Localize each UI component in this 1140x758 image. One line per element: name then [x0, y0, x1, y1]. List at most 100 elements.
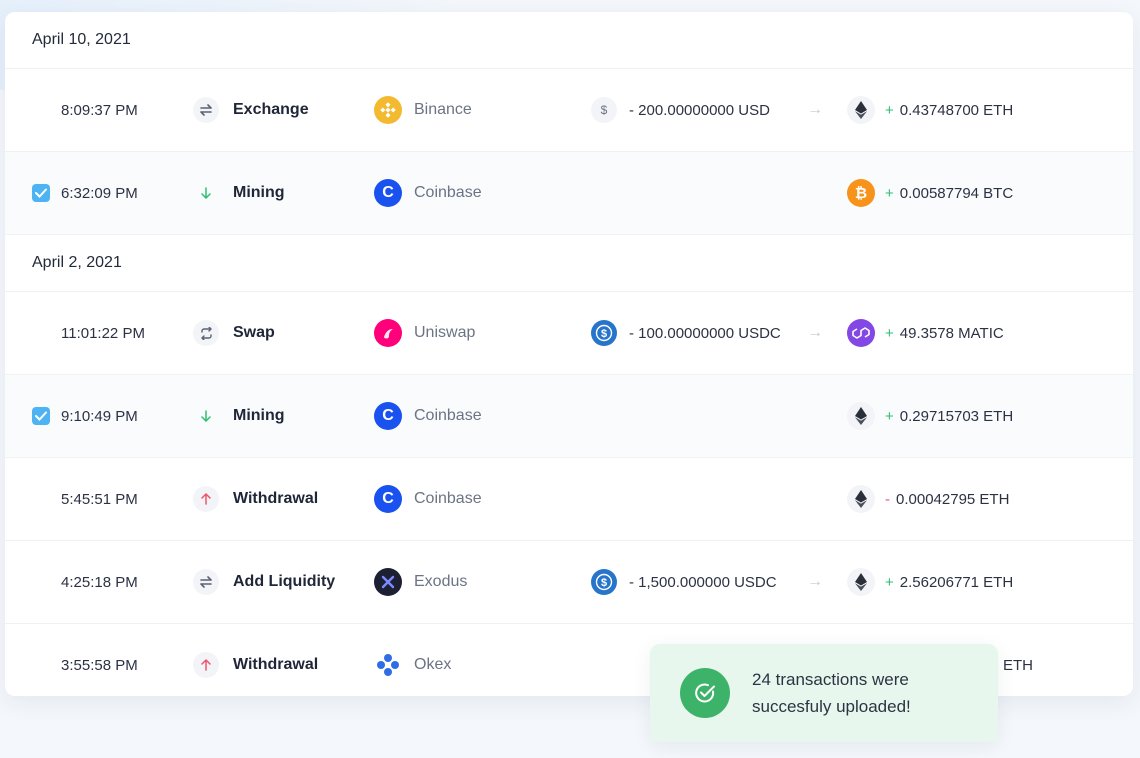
arrow-right-icon: →	[807, 573, 823, 590]
to-amount: 2.56206771 ETH	[899, 573, 1014, 591]
amount-sign: +	[885, 573, 894, 591]
type-label: Add Liquidity	[233, 573, 336, 590]
row-checkbox[interactable]	[32, 407, 50, 425]
exchange-cell: Uniswap	[374, 319, 475, 347]
amount-sign: -	[885, 490, 890, 508]
amount-sign: +	[885, 101, 894, 119]
type-label: Swap	[233, 324, 275, 341]
transaction-row[interactable]: 9:10:49 PM Mining C Coinbase + 0.2971570…	[5, 375, 1133, 458]
to-cell: + 0.43748700 ETH	[847, 96, 1013, 124]
type-cell: Mining	[193, 403, 285, 429]
amount-sign: +	[885, 407, 894, 425]
time-label: 11:01:22 PM	[61, 324, 145, 342]
usdc-icon: $	[591, 320, 617, 346]
arrow-down-icon	[193, 180, 219, 206]
from-cell: $ - 1,500.000000 USDC	[591, 569, 777, 595]
amount-sign: +	[885, 184, 894, 202]
type-cell: Withdrawal	[193, 486, 318, 512]
exchange-cell: C Coinbase	[374, 402, 482, 430]
ethereum-icon	[847, 96, 875, 124]
to-cell: ETH	[1003, 657, 1033, 674]
usdc-icon: $	[591, 569, 617, 595]
ethereum-icon	[847, 568, 875, 596]
to-cell: + 0.29715703 ETH	[847, 402, 1013, 430]
toast-line-2: succesfuly uploaded!	[752, 697, 911, 716]
exchange-arrows-icon	[193, 97, 219, 123]
transaction-row[interactable]: 6:32:09 PM Mining C Coinbase ₿ + 0.00587…	[5, 152, 1133, 235]
coinbase-logo-icon: C	[374, 402, 402, 430]
type-label: Mining	[233, 407, 285, 424]
exodus-logo-icon	[374, 568, 402, 596]
type-label: Mining	[233, 184, 285, 201]
transaction-row[interactable]: 4:25:18 PM Add Liquidity Exodus $ - 1,50…	[5, 541, 1133, 624]
from-amount: - 200.00000000 USD	[629, 101, 770, 119]
transaction-row[interactable]: 8:09:37 PM Exchange Binance $ - 200.0000…	[5, 69, 1133, 152]
time-label: 5:45:51 PM	[61, 490, 138, 508]
arrow-up-icon	[193, 486, 219, 512]
binance-logo-icon	[374, 96, 402, 124]
exchange-label: Okex	[414, 656, 452, 673]
from-cell: $ - 200.00000000 USD	[591, 97, 770, 123]
to-amount: 0.00042795 ETH	[896, 490, 1010, 508]
to-amount: 0.00587794 BTC	[899, 184, 1014, 202]
from-cell: $ - 100.00000000 USDC	[591, 320, 781, 346]
from-amount: - 1,500.000000 USDC	[629, 573, 777, 591]
exchange-label: Binance	[414, 101, 472, 118]
svg-text:$: $	[601, 328, 607, 340]
amount-sign: +	[885, 324, 894, 342]
toast-message: 24 transactions were succesfuly uploaded…	[752, 666, 911, 720]
coinbase-logo-icon: C	[374, 179, 402, 207]
checkmark-icon	[32, 407, 50, 425]
polygon-matic-icon	[847, 319, 875, 347]
exchange-cell: C Coinbase	[374, 179, 482, 207]
from-amount: - 100.00000000 USDC	[629, 324, 781, 342]
arrow-right-icon: →	[807, 101, 823, 118]
to-amount: 0.43748700 ETH	[899, 101, 1014, 119]
to-amount: 49.3578 MATIC	[899, 324, 1004, 342]
arrow-down-icon	[193, 403, 219, 429]
type-label: Withdrawal	[233, 490, 319, 507]
arrow-up-icon	[193, 652, 219, 678]
checkmark-icon	[32, 184, 50, 202]
usd-dollar-icon: $	[591, 97, 617, 123]
upload-success-toast[interactable]: 24 transactions were succesfuly uploaded…	[650, 644, 998, 742]
time-label: 8:09:37 PM	[61, 101, 138, 119]
ethereum-icon	[847, 485, 875, 513]
coinbase-logo-icon: C	[374, 485, 402, 513]
row-checkbox[interactable]	[32, 184, 50, 202]
exchange-cell: Okex	[374, 651, 451, 679]
transaction-row[interactable]: 5:45:51 PM Withdrawal C Coinbase - 0.000…	[5, 458, 1133, 541]
to-cell: - 0.00042795 ETH	[847, 485, 1009, 513]
date-header: April 10, 2021	[5, 12, 1133, 69]
exchange-label: Coinbase	[414, 490, 482, 507]
transaction-row[interactable]: 11:01:22 PM Swap Uniswap $ - 100.0000000…	[5, 292, 1133, 375]
date-label: April 10, 2021	[32, 31, 131, 48]
exchange-label: Coinbase	[414, 184, 482, 201]
exchange-arrows-icon	[193, 569, 219, 595]
swap-icon	[193, 320, 219, 346]
date-label: April 2, 2021	[32, 254, 122, 271]
exchange-label: Coinbase	[414, 407, 482, 424]
type-cell: Mining	[193, 180, 285, 206]
to-cell: + 49.3578 MATIC	[847, 319, 1004, 347]
to-amount: 0.29715703 ETH	[899, 407, 1014, 425]
time-label: 6:32:09 PM	[61, 184, 138, 202]
uniswap-logo-icon	[374, 319, 402, 347]
toast-line-1: 24 transactions were	[752, 670, 909, 689]
exchange-cell: Exodus	[374, 568, 467, 596]
bitcoin-icon: ₿	[847, 179, 875, 207]
check-circle-icon	[680, 668, 730, 718]
to-cell: + 2.56206771 ETH	[847, 568, 1013, 596]
time-label: 9:10:49 PM	[61, 407, 138, 425]
to-amount: ETH	[1003, 656, 1033, 674]
type-label: Exchange	[233, 101, 309, 118]
arrow-right-icon: →	[807, 324, 823, 341]
exchange-cell: C Coinbase	[374, 485, 482, 513]
type-cell: Swap	[193, 320, 275, 346]
ethereum-icon	[847, 402, 875, 430]
type-cell: Withdrawal	[193, 652, 318, 678]
to-cell: ₿ + 0.00587794 BTC	[847, 179, 1013, 207]
exchange-label: Uniswap	[414, 324, 476, 341]
type-label: Withdrawal	[233, 656, 319, 673]
svg-text:$: $	[601, 577, 607, 589]
